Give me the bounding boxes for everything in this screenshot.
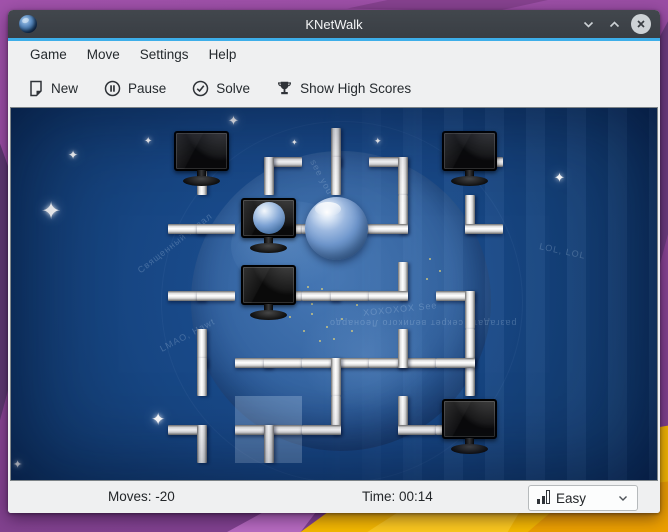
knetwalk-window: KNetWalk Game Move Settings Help New	[8, 10, 660, 513]
close-button[interactable]	[631, 14, 651, 34]
time-counter: Time: 00:14	[362, 489, 433, 504]
maximize-button[interactable]	[604, 14, 624, 34]
new-document-icon	[28, 80, 44, 97]
trophy-icon	[276, 80, 293, 97]
window-title: KNetWalk	[8, 17, 660, 32]
chevron-down-icon	[617, 492, 629, 504]
menu-game[interactable]: Game	[20, 41, 77, 69]
close-x-icon	[631, 14, 651, 34]
new-button-label: New	[51, 81, 78, 96]
solve-check-icon	[192, 80, 209, 97]
toolbar: New Pause Solve Show High Sco	[8, 69, 660, 107]
show-high-scores-label: Show High Scores	[300, 81, 411, 96]
moves-counter: Moves: -20	[108, 489, 175, 504]
new-button[interactable]: New	[28, 80, 78, 97]
pause-button[interactable]: Pause	[104, 80, 166, 97]
pause-icon	[104, 80, 121, 97]
game-area: ✦✦✦✦✦✦✦✦✦Священный Граалsee you :3LOL, L…	[10, 107, 658, 481]
pause-button-label: Pause	[128, 81, 166, 96]
solve-button-label: Solve	[216, 81, 250, 96]
difficulty-select[interactable]: Easy	[528, 485, 638, 511]
vignette	[11, 108, 657, 480]
menu-settings[interactable]: Settings	[130, 41, 199, 69]
solve-button[interactable]: Solve	[192, 80, 250, 97]
minimize-button[interactable]	[578, 14, 598, 34]
chevron-up-icon	[608, 18, 621, 31]
statusbar: Moves: -20 Time: 00:14 Easy	[8, 481, 660, 513]
show-high-scores-button[interactable]: Show High Scores	[276, 80, 411, 97]
menu-help[interactable]: Help	[199, 41, 247, 69]
difficulty-value: Easy	[556, 491, 586, 506]
titlebar[interactable]: KNetWalk	[8, 10, 660, 38]
menu-move[interactable]: Move	[77, 41, 130, 69]
chevron-down-icon	[582, 18, 595, 31]
menubar: Game Move Settings Help	[8, 41, 660, 69]
difficulty-bars-icon	[537, 492, 550, 504]
